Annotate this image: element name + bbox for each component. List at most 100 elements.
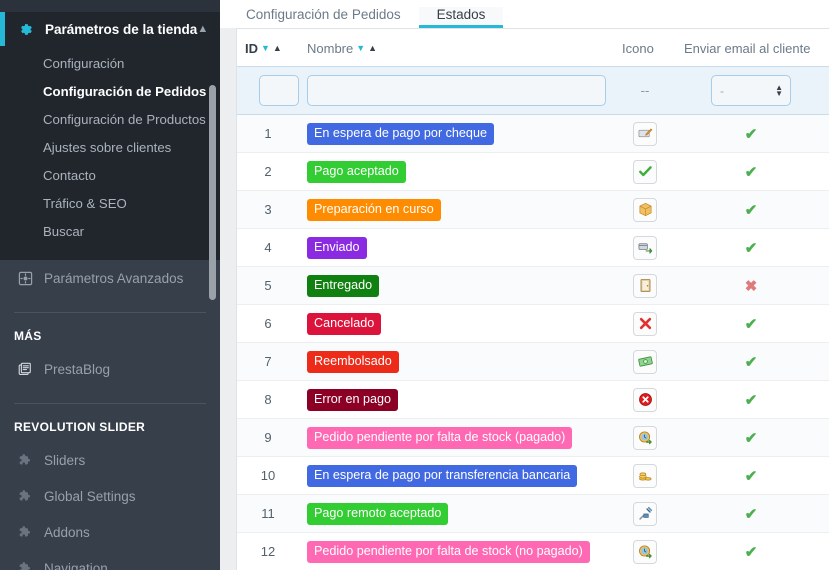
cross-icon[interactable]: ✖ <box>745 278 758 295</box>
filter-input-nombre[interactable] <box>307 75 606 106</box>
status-badge: Cancelado <box>307 312 382 335</box>
sidebar-revslider-label: Navigation <box>44 560 108 570</box>
cell-id: 11 <box>237 494 299 533</box>
table-row[interactable]: 4Enviado✔✔ <box>237 228 829 267</box>
tab-estados[interactable]: Estados <box>418 7 504 28</box>
coins-icon <box>633 463 657 488</box>
puzzle-icon <box>18 453 44 468</box>
table-row[interactable]: 10 En espera de pago por transferencia ba… <box>237 456 829 495</box>
sidebar-item-sliders[interactable]: Sliders <box>0 442 220 478</box>
sort-asc-icon[interactable]: ▲ <box>368 44 377 53</box>
check-icon[interactable]: ✔ <box>745 126 758 143</box>
sidebar-scrollbar-thumb[interactable] <box>209 85 216 300</box>
table-row[interactable]: 8Error en pago✔✖ <box>237 380 829 419</box>
status-badge: Enviado <box>307 236 367 259</box>
table-row[interactable]: 9 Pedido pendiente por falta de stock (pa… <box>237 418 829 457</box>
sidebar-subitem-buscar[interactable]: Buscar <box>0 218 220 246</box>
cell-enviar-email[interactable]: ✔ <box>676 304 826 343</box>
sidebar-subitem-contacto[interactable]: Contacto <box>0 162 220 190</box>
cell-icono <box>614 304 676 343</box>
sidebar-subitem-ajustes-clientes[interactable]: Ajustes sobre clientes <box>0 134 220 162</box>
check-icon[interactable]: ✔ <box>745 468 758 485</box>
cell-id: 3 <box>237 190 299 229</box>
column-header-enviar-email: Enviar email al cliente <box>684 41 811 56</box>
package-box-icon <box>633 197 657 222</box>
sidebar-item-prestablog[interactable]: PrestaBlog <box>0 351 220 387</box>
sidebar-subitem-trafico-seo[interactable]: Tráfico & SEO <box>0 190 220 218</box>
cell-enviar-email[interactable]: ✔ <box>676 532 826 570</box>
table-row[interactable]: 7Reembolsado✔✖ <box>237 342 829 381</box>
cell-enviar-email[interactable]: ✔ <box>676 418 826 457</box>
filter-select-email[interactable]: - ▲ ▼ <box>711 75 791 106</box>
table-row[interactable]: 11Pago remoto aceptado✔✖ <box>237 494 829 533</box>
sidebar-item-parametros-avanzados[interactable]: Parámetros Avanzados <box>0 260 220 296</box>
table-row[interactable]: 2Pago aceptado✔✖ <box>237 152 829 191</box>
sidebar-item-addons[interactable]: Addons <box>0 514 220 550</box>
cell-enviar-email[interactable]: ✔ <box>676 152 826 191</box>
cell-id: 4 <box>237 228 299 267</box>
cell-enviar-email[interactable]: ✔ <box>676 494 826 533</box>
gear-icon <box>18 22 33 37</box>
cell-nombre: En espera de pago por transferencia banc… <box>299 456 614 495</box>
cell-enviar-email[interactable]: ✔ <box>676 190 826 229</box>
cell-id: 2 <box>237 152 299 191</box>
table-row[interactable]: 6Cancelado✔✖ <box>237 304 829 343</box>
sidebar-revslider-label: Sliders <box>44 452 86 468</box>
check-icon[interactable]: ✔ <box>745 430 758 447</box>
cell-icono <box>614 228 676 267</box>
sidebar-subitem-configuracion-productos[interactable]: Configuración de Productos <box>0 106 220 134</box>
check-icon[interactable]: ✔ <box>745 316 758 333</box>
table-row[interactable]: 12 Pedido pendiente por falta de stock (n… <box>237 532 829 570</box>
puzzle-icon <box>18 561 44 570</box>
check-icon[interactable]: ✔ <box>745 392 758 409</box>
puzzle-icon <box>18 525 44 540</box>
sidebar-item-global-settings[interactable]: Global Settings <box>0 478 220 514</box>
cell-id: 10 <box>237 456 299 495</box>
table-row[interactable]: 1En espera de pago por cheque✔✖ <box>237 114 829 153</box>
column-header-nombre-label: Nombre <box>307 41 354 56</box>
check-icon[interactable]: ✔ <box>745 354 758 371</box>
cell-id: 12 <box>237 532 299 570</box>
column-header-id-label: ID <box>245 41 258 56</box>
column-header-icono: Icono <box>622 41 654 56</box>
sidebar-heading-revolution-slider: REVOLUTION SLIDER <box>14 420 146 434</box>
table-row[interactable]: 3Preparación en curso✔✔ <box>237 190 829 229</box>
cell-enviar-email[interactable]: ✖ <box>676 266 826 305</box>
cell-enviar-email[interactable]: ✔ <box>676 114 826 153</box>
sidebar-revslider-label: Global Settings <box>44 488 136 504</box>
cell-id: 7 <box>237 342 299 381</box>
check-icon[interactable]: ✔ <box>745 506 758 523</box>
sidebar-item-navigation[interactable]: Navigation <box>0 550 220 570</box>
filter-cell-nombre <box>299 66 614 115</box>
filter-input-id[interactable] <box>259 75 299 106</box>
cell-icono <box>614 494 676 533</box>
column-header-id[interactable]: ID ▼ ▲ <box>237 29 299 67</box>
error-circle-icon <box>633 387 657 412</box>
check-icon[interactable]: ✔ <box>745 202 758 219</box>
cell-icono <box>614 418 676 457</box>
column-header-nombre[interactable]: Nombre ▼ ▲ <box>299 29 614 67</box>
sort-asc-icon[interactable]: ▲ <box>273 44 282 53</box>
clock-refresh-icon <box>633 539 657 564</box>
spinner-icon[interactable]: ▲ ▼ <box>775 83 783 97</box>
cell-icono <box>614 532 676 570</box>
sidebar-parent-label: Parámetros de la tienda <box>45 21 198 37</box>
cog-square-icon <box>18 271 44 286</box>
sort-desc-icon[interactable]: ▼ <box>356 44 365 53</box>
sidebar-subitem-configuracion-pedidos[interactable]: Configuración de Pedidos <box>0 78 220 106</box>
sidebar-item-parametros-tienda[interactable]: Parámetros de la tienda ▲ <box>0 12 220 46</box>
tab-configuracion-pedidos[interactable]: Configuración de Pedidos <box>228 7 419 28</box>
table-row[interactable]: 5Entregado✖✔ <box>237 266 829 305</box>
cell-enviar-email[interactable]: ✔ <box>676 342 826 381</box>
cell-enviar-email[interactable]: ✔ <box>676 228 826 267</box>
cell-nombre: Preparación en curso <box>299 190 614 229</box>
check-icon[interactable]: ✔ <box>745 544 758 561</box>
sidebar-subitem-configuracion[interactable]: Configuración <box>0 50 220 78</box>
cell-enviar-email[interactable]: ✔ <box>676 380 826 419</box>
sort-desc-icon[interactable]: ▼ <box>261 44 270 53</box>
cell-enviar-email[interactable]: ✔ <box>676 456 826 495</box>
check-icon[interactable]: ✔ <box>745 240 758 257</box>
check-icon[interactable]: ✔ <box>745 164 758 181</box>
cell-icono <box>614 342 676 381</box>
status-badge: Pago aceptado <box>307 160 406 183</box>
